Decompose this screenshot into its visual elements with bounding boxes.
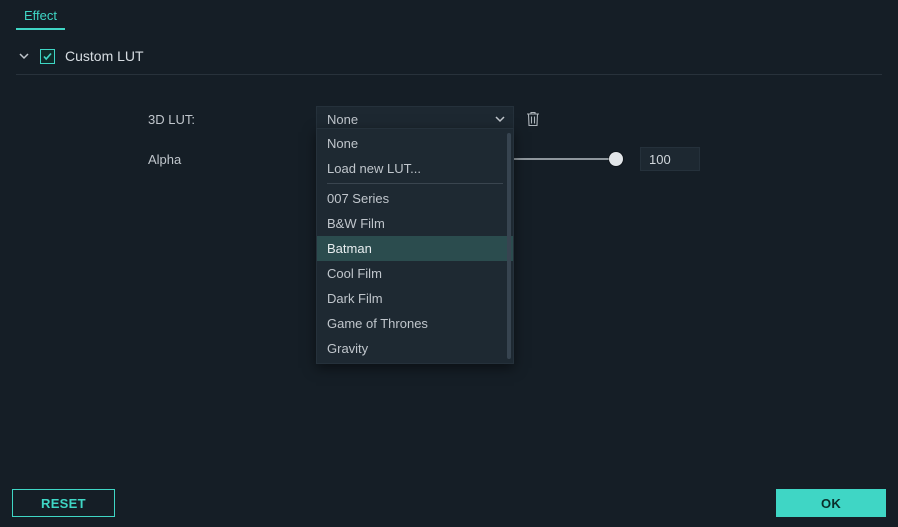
dropdown-item-cool-film[interactable]: Cool Film <box>317 261 513 286</box>
trash-icon[interactable] <box>526 111 540 127</box>
select-3d-lut-value: None <box>327 112 358 127</box>
dropdown-item-none[interactable]: None <box>317 131 513 156</box>
dropdown-3d-lut: None Load new LUT... 007 Series B&W Film… <box>316 128 514 364</box>
dropdown-scrollbar[interactable] <box>507 133 511 359</box>
dropdown-group-presets: 007 Series B&W Film Batman Cool Film Dar… <box>317 184 513 363</box>
dropdown-item-007-series[interactable]: 007 Series <box>317 186 513 211</box>
row-3d-lut: 3D LUT: None <box>148 99 882 139</box>
label-alpha: Alpha <box>148 152 316 167</box>
dropdown-item-gravity[interactable]: Gravity <box>317 336 513 361</box>
checkbox-custom-lut[interactable] <box>40 49 55 64</box>
section-title: Custom LUT <box>65 48 144 64</box>
dropdown-item-bw-film[interactable]: B&W Film <box>317 211 513 236</box>
label-3d-lut: 3D LUT: <box>148 112 316 127</box>
ok-button[interactable]: OK <box>776 489 886 517</box>
dropdown-item-load-new-lut[interactable]: Load new LUT... <box>317 156 513 181</box>
section-header-custom-lut: Custom LUT <box>16 40 882 75</box>
dropdown-item-game-of-thrones[interactable]: Game of Thrones <box>317 311 513 336</box>
caret-down-icon <box>494 113 506 125</box>
effects-panel: Effect Custom LUT 3D LUT: None <box>0 0 898 527</box>
check-icon <box>42 51 53 62</box>
dropdown-item-batman[interactable]: Batman <box>317 236 513 261</box>
row-alpha: Alpha 100 <box>148 139 882 179</box>
dropdown-item-dark-film[interactable]: Dark Film <box>317 286 513 311</box>
chevron-down-icon[interactable] <box>18 50 30 62</box>
dropdown-group-top: None Load new LUT... <box>317 129 513 183</box>
slider-thumb[interactable] <box>609 152 623 166</box>
footer-bar: RESET OK <box>0 489 898 517</box>
tabs-bar: Effect <box>0 0 898 30</box>
input-alpha-value[interactable]: 100 <box>640 147 700 171</box>
tab-effect[interactable]: Effect <box>16 2 65 30</box>
reset-button[interactable]: RESET <box>12 489 115 517</box>
